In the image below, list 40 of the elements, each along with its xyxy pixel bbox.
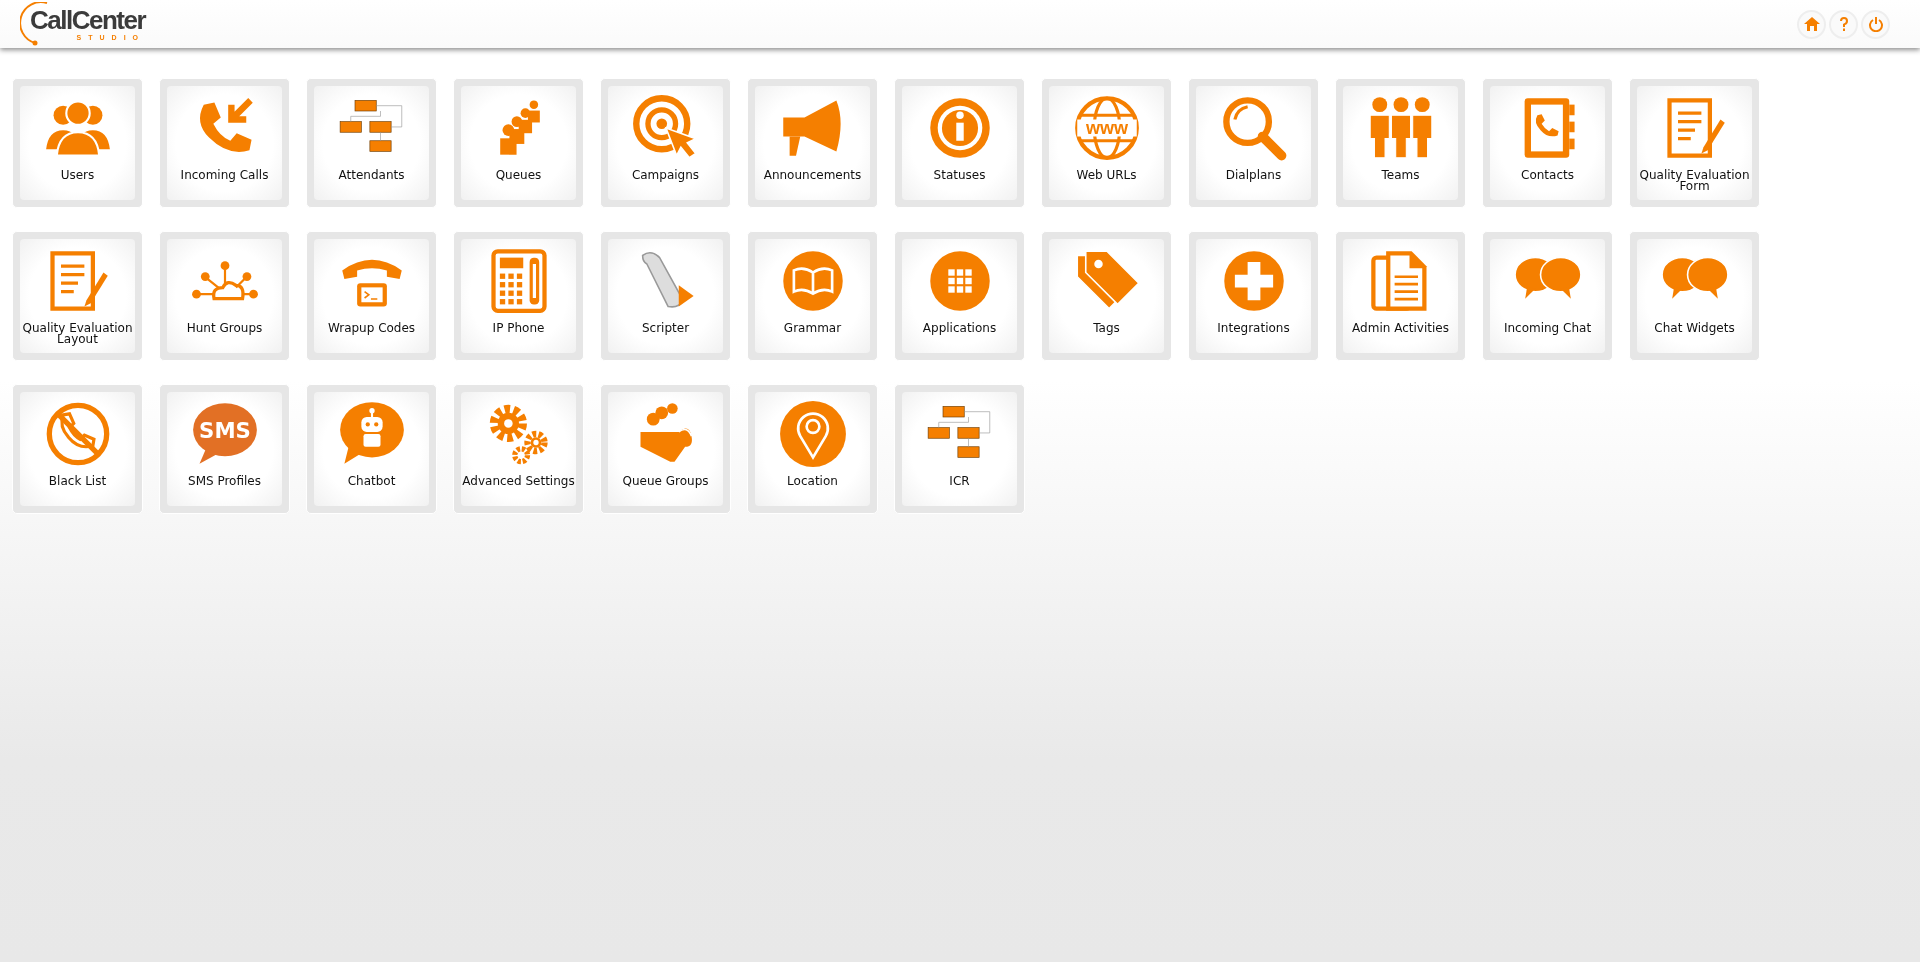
module-tile[interactable]: Chatbot bbox=[306, 384, 437, 514]
module-tile[interactable]: Attendants bbox=[306, 78, 437, 208]
location-pin-icon bbox=[778, 400, 847, 468]
module-tile[interactable]: Chat Widgets bbox=[1629, 231, 1760, 361]
module-tile[interactable]: Location bbox=[747, 384, 878, 514]
module-tile[interactable]: Quality Evaluation Form bbox=[1629, 78, 1760, 208]
module-tile[interactable]: www Web URLs bbox=[1041, 78, 1172, 208]
power-icon bbox=[1867, 16, 1884, 32]
help-button[interactable] bbox=[1829, 9, 1858, 39]
module-tile[interactable]: Statuses bbox=[894, 78, 1025, 208]
module-tile[interactable]: ICR bbox=[894, 384, 1025, 514]
logo-text: CallCenter bbox=[30, 7, 146, 33]
power-button[interactable] bbox=[1861, 9, 1890, 39]
module-tile[interactable]: Admin Activities bbox=[1335, 231, 1466, 361]
module-tile[interactable]: Scripter bbox=[600, 231, 731, 361]
network-cloud-icon bbox=[190, 260, 259, 302]
module-tile[interactable]: Teams bbox=[1335, 78, 1466, 208]
home-icon bbox=[1803, 16, 1820, 32]
module-tile[interactable]: Integrations bbox=[1188, 231, 1319, 361]
module-tile[interactable]: IP Phone bbox=[453, 231, 584, 361]
module-tile[interactable]: Wrapup Codes bbox=[306, 231, 437, 361]
module-tile[interactable]: Contacts bbox=[1482, 78, 1613, 208]
module-tile[interactable]: Advanced Settings bbox=[453, 384, 584, 514]
module-tile[interactable]: Applications bbox=[894, 231, 1025, 361]
module-tile[interactable]: Incoming Calls bbox=[159, 78, 290, 208]
module-tile[interactable]: Black List bbox=[12, 384, 143, 514]
module-tile[interactable]: Campaigns bbox=[600, 78, 731, 208]
home-button[interactable] bbox=[1797, 9, 1826, 39]
module-tile[interactable]: Incoming Chat bbox=[1482, 231, 1613, 361]
module-tile[interactable]: Grammar bbox=[747, 231, 878, 361]
module-tile[interactable]: Tags bbox=[1041, 231, 1172, 361]
module-tile[interactable]: Hunt Groups bbox=[159, 231, 290, 361]
module-tile[interactable]: SMS SMS Profiles bbox=[159, 384, 290, 514]
module-tile[interactable]: Quality Evaluation Layout bbox=[12, 231, 143, 361]
module-tile[interactable]: Users bbox=[12, 78, 143, 208]
module-tile[interactable]: Announcements bbox=[747, 78, 878, 208]
module-tile[interactable]: Queues bbox=[453, 78, 584, 208]
module-tile[interactable]: Queue Groups bbox=[600, 384, 731, 514]
globe-icon: www bbox=[1072, 94, 1141, 162]
module-tile[interactable]: Dialplans bbox=[1188, 78, 1319, 208]
